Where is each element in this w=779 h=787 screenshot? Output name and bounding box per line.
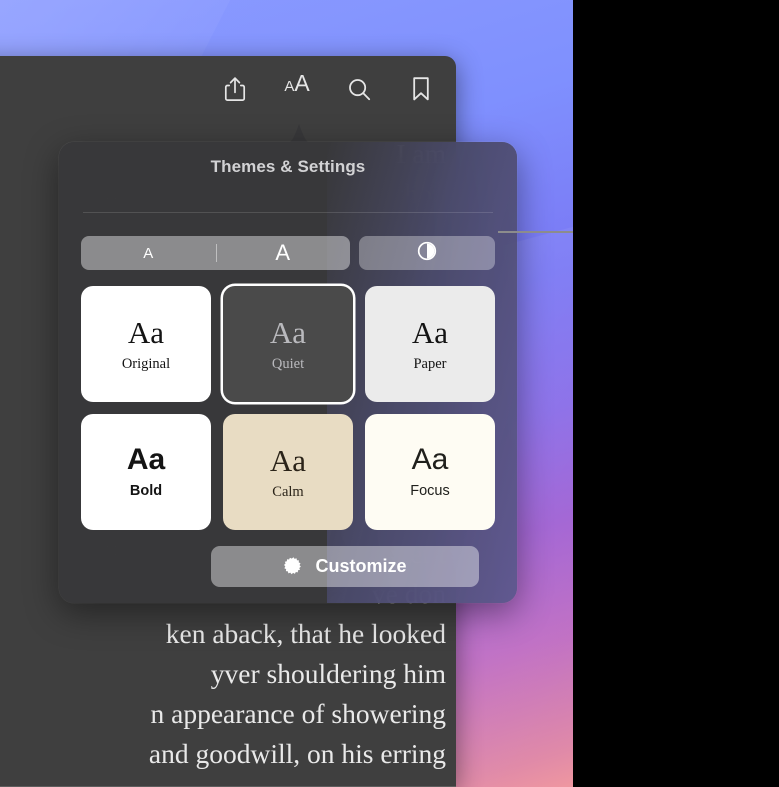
theme-card-bold[interactable]: Aa Bold xyxy=(81,414,211,530)
popover-arrow xyxy=(271,122,327,144)
popover-title: Themes & Settings xyxy=(210,157,366,176)
theme-name: Bold xyxy=(129,483,163,500)
screen: AA I am shou r. Lo d gid not e ted. ret xyxy=(0,0,779,787)
share-button[interactable] xyxy=(218,72,252,106)
theme-card-paper[interactable]: Aa Paper xyxy=(365,286,495,402)
popover-controls-row: A A xyxy=(81,236,495,270)
theme-sample-text: Aa xyxy=(411,314,449,350)
theme-name: Paper xyxy=(413,355,447,372)
popover-panel: Themes & Settings A A Aa Original Aa Qui… xyxy=(59,142,517,603)
segment-divider xyxy=(215,244,217,262)
theme-sample-text: Aa xyxy=(269,442,307,478)
theme-sample-text: Aa xyxy=(127,314,165,350)
theme-name: Original xyxy=(121,355,171,372)
theme-card-original[interactable]: Aa Original xyxy=(81,286,211,402)
popover-divider xyxy=(83,212,493,213)
text-line: n appearance of showering xyxy=(150,698,447,729)
search-button[interactable] xyxy=(342,72,376,106)
theme-card-calm[interactable]: Aa Calm xyxy=(223,414,353,530)
theme-sample-text: Aa xyxy=(126,443,166,477)
black-pane xyxy=(573,0,779,787)
theme-name: Quiet xyxy=(271,355,305,372)
customize-button[interactable]: Customize xyxy=(211,546,479,587)
theme-name: Calm xyxy=(272,483,304,500)
themes-settings-popover: Themes & Settings A A Aa Original Aa Qui… xyxy=(59,122,517,603)
text-line: ken aback, that he looked xyxy=(165,618,446,649)
appearance-toggle[interactable] xyxy=(359,236,495,270)
font-size-segmented-control[interactable]: A A xyxy=(81,236,350,270)
customize-button-label: Customize xyxy=(315,556,407,576)
theme-sample-text: Aa xyxy=(411,443,449,477)
aa-big-letter: A xyxy=(294,70,310,96)
aa-small-letter: A xyxy=(284,78,295,95)
decrease-font-size-button[interactable]: A xyxy=(81,236,216,270)
text-line: yver shouldering him xyxy=(210,658,446,689)
gear-icon xyxy=(283,556,304,577)
text-line: and goodwill, on his erring xyxy=(148,738,446,769)
increase-font-size-button[interactable]: A xyxy=(216,236,351,270)
theme-grid: Aa Original Aa Quiet Aa Paper Aa Bold Aa xyxy=(81,286,495,530)
font-size-button[interactable]: AA xyxy=(280,72,314,106)
theme-card-quiet[interactable]: Aa Quiet xyxy=(223,286,353,402)
bookmark-button[interactable] xyxy=(404,72,438,106)
reader-toolbar: AA xyxy=(0,56,456,122)
theme-card-focus[interactable]: Aa Focus xyxy=(365,414,495,530)
theme-sample-text: Aa xyxy=(269,314,307,350)
contrast-icon xyxy=(417,241,437,266)
theme-name: Focus xyxy=(410,483,450,500)
